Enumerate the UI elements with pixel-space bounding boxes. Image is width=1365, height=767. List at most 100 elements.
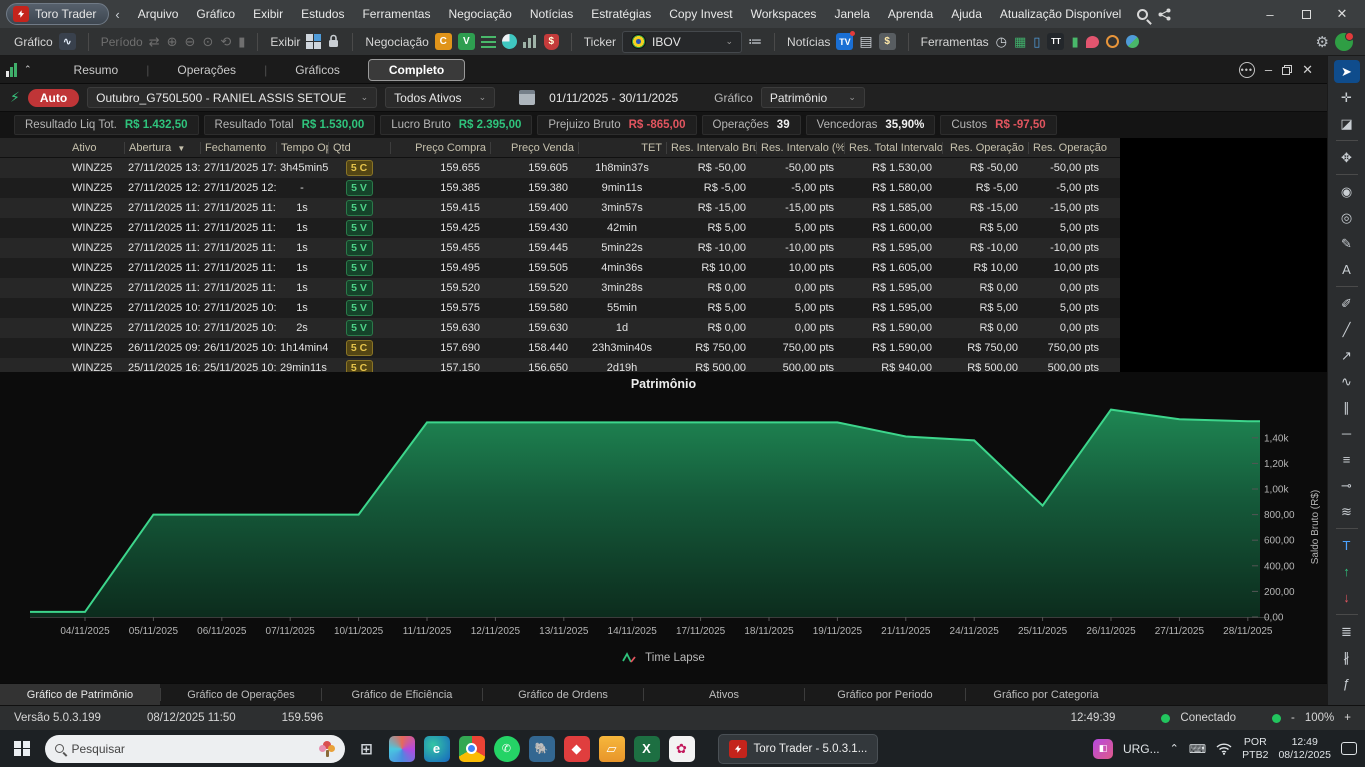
pgadmin-icon[interactable]: 🐘 — [529, 736, 555, 762]
tv-icon[interactable]: TV — [836, 33, 853, 50]
start-button[interactable] — [14, 741, 30, 757]
table-row[interactable]: WINZ2527/11/2025 10:27/11/2025 10:022s5 … — [0, 318, 1120, 338]
keyboard-icon[interactable]: ⌨ — [1189, 742, 1206, 756]
notifications-icon[interactable] — [1341, 742, 1357, 755]
tab-operações[interactable]: Operações — [153, 59, 260, 81]
chart-line-icon[interactable]: ∿ — [59, 33, 76, 50]
bottom-tab-ativos[interactable]: Ativos — [644, 684, 804, 705]
task-view-icon[interactable]: ⊞ — [354, 736, 380, 762]
tab-gráficos[interactable]: Gráficos — [271, 59, 364, 81]
clock-date[interactable]: 12:49 08/12/2025 — [1278, 736, 1331, 760]
calendar-icon[interactable] — [519, 90, 535, 105]
table-row[interactable]: WINZ2526/11/2025 09:26/11/2025 10:271h14… — [0, 338, 1120, 358]
panel-minimize-button[interactable]: – — [1265, 62, 1272, 77]
menu-workspaces[interactable]: Workspaces — [743, 4, 825, 24]
menu-arquivo[interactable]: Arquivo — [130, 4, 187, 24]
window-minimize-button[interactable]: – — [1253, 2, 1287, 26]
menu-aprenda[interactable]: Aprenda — [880, 4, 941, 24]
newspaper-icon[interactable]: ▤ — [859, 33, 872, 50]
menu-copy-invest[interactable]: Copy Invest — [661, 4, 740, 24]
profile-avatar[interactable] — [1335, 33, 1353, 51]
arrow-down-tool-icon[interactable]: ↓ — [1334, 586, 1360, 609]
settings-gear-icon[interactable]: ⚙ — [1316, 33, 1329, 51]
toro-trader-taskbar-button[interactable]: Toro Trader - 5.0.3.1... — [718, 734, 879, 764]
order-book-icon[interactable] — [481, 36, 496, 48]
target-tool-icon[interactable]: ◎ — [1334, 206, 1360, 229]
table-row[interactable]: WINZ2527/11/2025 11:27/11/2025 11:101s5 … — [0, 238, 1120, 258]
bottom-tab-gr-fico-por-categoria[interactable]: Gráfico por Categoria — [966, 684, 1126, 705]
whatsapp-icon[interactable]: ✆ — [494, 736, 520, 762]
strategy-grid-icon[interactable]: ▦ — [1014, 34, 1026, 50]
table-row[interactable]: WINZ2527/11/2025 12:27/11/2025 12:05-5 V… — [0, 178, 1120, 198]
tab-completo[interactable]: Completo — [368, 59, 465, 81]
urg-app-icon[interactable]: ◧ — [1093, 739, 1113, 759]
folder-icon[interactable]: ▱ — [599, 736, 625, 762]
timer-icon[interactable]: ◷ — [996, 34, 1007, 50]
menu-estrat-gias[interactable]: Estratégias — [583, 4, 659, 24]
col-header-5[interactable]: Preço Compra — [390, 142, 490, 154]
menu-not-cias[interactable]: Notícias — [522, 4, 581, 24]
edit-chart-tool-icon[interactable]: ✎ — [1334, 232, 1360, 255]
table-row[interactable]: WINZ2527/11/2025 11:27/11/2025 11:051s5 … — [0, 258, 1120, 278]
map-icon[interactable] — [1126, 35, 1139, 48]
panel-options-icon[interactable]: ••• — [1239, 62, 1255, 78]
patrimonio-area-chart[interactable]: 04/11/202505/11/202506/11/202507/11/2025… — [0, 372, 1327, 683]
lock-icon[interactable] — [327, 34, 340, 49]
search-highlight-icon[interactable] — [319, 741, 335, 757]
horizontal-line-tool-icon[interactable]: ─ — [1334, 422, 1360, 445]
layout-grid-icon[interactable] — [306, 34, 321, 49]
mobile-panel-icon[interactable]: ▯ — [1033, 34, 1040, 50]
caret-up-icon[interactable]: ⌃ — [24, 64, 32, 75]
toolbar-group-grafico[interactable]: Gráfico ∿ — [8, 31, 82, 52]
eraser-tool-icon[interactable]: ◪ — [1334, 112, 1360, 135]
menu-gr-fico[interactable]: Gráfico — [188, 4, 243, 24]
text-t-tool-icon[interactable]: T — [1334, 534, 1360, 557]
text-a-tool-icon[interactable]: A — [1334, 258, 1360, 281]
menu-exibir[interactable]: Exibir — [245, 4, 291, 24]
menu-estudos[interactable]: Estudos — [293, 4, 352, 24]
zoom-in-button[interactable]: + — [1344, 712, 1351, 724]
volume-bars-icon[interactable]: ▮ — [1071, 34, 1078, 50]
cursor-tool-icon[interactable]: ➤ — [1334, 60, 1360, 83]
col-header-2[interactable]: Fechamento — [200, 142, 276, 154]
menu-janela[interactable]: Janela — [826, 4, 877, 24]
bottom-tab-gr-fico-de-opera-es[interactable]: Gráfico de Operações — [161, 684, 321, 705]
crosshair-tool-icon[interactable]: ✛ — [1334, 86, 1360, 109]
col-header-6[interactable]: Preço Venda — [490, 142, 578, 154]
zigzag-tool-icon[interactable]: ∿ — [1334, 370, 1360, 393]
excel-icon[interactable]: X — [634, 736, 660, 762]
chart-type-select[interactable]: Patrimônio ⌄ — [761, 87, 865, 108]
col-header-11[interactable]: Res. Operação — [942, 142, 1028, 154]
economic-calendar-icon[interactable]: $ — [879, 33, 896, 50]
watchlist-icon[interactable]: ≔ — [748, 33, 762, 50]
visibility-tool-icon[interactable]: ◉ — [1334, 180, 1360, 203]
col-header-10[interactable]: Res. Total Intervalo — [844, 142, 942, 154]
table-row[interactable]: WINZ2527/11/2025 10:27/11/2025 10:571s5 … — [0, 298, 1120, 318]
menu-ajuda[interactable]: Ajuda — [943, 4, 990, 24]
chrome-icon[interactable] — [459, 736, 485, 762]
parallel-lines-tool-icon[interactable]: ∥ — [1334, 396, 1360, 419]
col-header-0[interactable]: Ativo — [68, 142, 124, 154]
col-header-3[interactable]: Tempo Op — [276, 142, 328, 154]
risk-shield-icon[interactable]: $ — [544, 34, 559, 50]
fibonacci-tool-icon[interactable]: ƒ — [1334, 672, 1360, 695]
bottom-tab-gr-fico-de-ordens[interactable]: Gráfico de Ordens — [483, 684, 643, 705]
col-header-8[interactable]: Res. Intervalo Bruto — [666, 142, 756, 154]
col-header-1[interactable]: Abertura ▼ — [124, 142, 200, 154]
app-button[interactable]: Toro Trader — [6, 3, 109, 25]
col-header-7[interactable]: TET — [578, 142, 666, 154]
panel-close-button[interactable]: ✕ — [1302, 62, 1313, 78]
share-icon[interactable] — [1158, 8, 1171, 21]
segment-tool-icon[interactable]: ⊸ — [1334, 474, 1360, 497]
table-row[interactable]: WINZ2527/11/2025 11:27/11/2025 11:001s5 … — [0, 278, 1120, 298]
tt-icon[interactable]: TT — [1047, 33, 1064, 50]
alarm-icon[interactable] — [1106, 35, 1119, 48]
channel-tool-icon[interactable]: ∦ — [1334, 646, 1360, 669]
bottom-tab-gr-fico-de-efici-ncia[interactable]: Gráfico de Eficiência — [322, 684, 482, 705]
tab-resumo[interactable]: Resumo — [50, 59, 143, 81]
menu-ferramentas[interactable]: Ferramentas — [354, 4, 438, 24]
trend-line-tool-icon[interactable]: ↗ — [1334, 344, 1360, 367]
arrow-up-tool-icon[interactable]: ↑ — [1334, 560, 1360, 583]
sell-icon[interactable]: V — [458, 33, 475, 50]
account-select[interactable]: Outubro_G750L500 - RANIEL ASSIS SETOUE ⌄ — [87, 87, 377, 108]
